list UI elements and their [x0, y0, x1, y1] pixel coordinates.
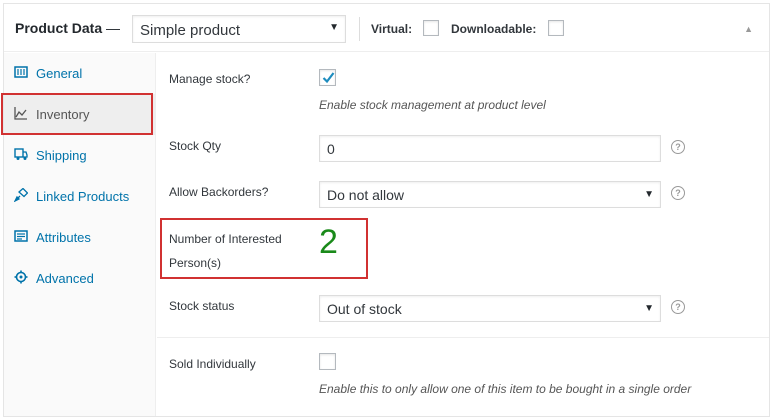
stock-status-row: Stock status Out of stock ▼ ? — [157, 294, 769, 328]
downloadable-checkbox[interactable] — [548, 20, 564, 36]
product-type-select[interactable]: Simple product ▼ — [132, 15, 346, 43]
backorders-value: Do not allow — [327, 187, 405, 203]
stock-status-select[interactable]: Out of stock ▼ — [319, 295, 661, 322]
header-divider — [359, 17, 360, 41]
stock-status-label: Stock status — [169, 299, 235, 313]
tab-general-label: General — [36, 66, 83, 81]
manage-stock-description: Enable stock management at product level — [319, 98, 546, 112]
collapse-toggle-icon[interactable]: ▲ — [744, 24, 753, 34]
panel-title: Product Data — — [15, 20, 120, 36]
attributes-icon — [14, 229, 28, 243]
backorders-row: Allow Backorders? Do not allow ▼ ? — [157, 180, 769, 214]
tab-linked-products-label: Linked Products — [36, 189, 130, 204]
tab-shipping-label: Shipping — [36, 148, 87, 163]
product-data-header: Product Data — Simple product ▼ Virtual:… — [4, 4, 769, 52]
chevron-down-icon: ▼ — [644, 189, 654, 200]
virtual-label: Virtual: — [371, 22, 413, 36]
stock-qty-row: Stock Qty 0 ? — [157, 134, 769, 168]
backorders-label: Allow Backorders? — [169, 185, 269, 199]
linked-products-icon — [13, 187, 29, 203]
sold-individually-row: Sold Individually Enable this to only al… — [157, 350, 769, 406]
panel-title-text: Product Data — [15, 20, 103, 36]
chevron-down-icon: ▼ — [644, 303, 654, 314]
tab-linked-products[interactable]: Linked Products — [4, 176, 155, 217]
stock-status-help-icon[interactable]: ? — [671, 300, 685, 314]
sold-individually-description: Enable this to only allow one of this it… — [319, 382, 692, 396]
stock-status-value: Out of stock — [327, 301, 402, 317]
stock-qty-input[interactable]: 0 — [319, 135, 661, 162]
downloadable-label: Downloadable: — [451, 22, 537, 36]
stock-qty-help-icon[interactable]: ? — [671, 140, 685, 154]
general-icon — [14, 65, 28, 79]
interested-persons-highlight — [160, 218, 368, 279]
product-data-panel: Product Data — Simple product ▼ Virtual:… — [1, 3, 770, 417]
stock-qty-value: 0 — [327, 141, 335, 157]
tab-advanced-label: Advanced — [36, 271, 94, 286]
manage-stock-label: Manage stock? — [169, 72, 251, 86]
backorders-select[interactable]: Do not allow ▼ — [319, 181, 661, 208]
inventory-tab-highlight — [1, 93, 153, 135]
shipping-icon — [14, 147, 28, 161]
sold-individually-checkbox[interactable] — [319, 353, 336, 370]
sold-individually-label: Sold Individually — [169, 357, 256, 371]
tab-attributes[interactable]: Attributes — [4, 217, 155, 258]
checkmark-icon — [322, 72, 335, 84]
section-divider — [157, 337, 769, 338]
virtual-checkbox[interactable] — [423, 20, 439, 36]
tab-advanced[interactable]: Advanced — [4, 258, 155, 299]
tab-shipping[interactable]: Shipping — [4, 135, 155, 176]
stock-qty-label: Stock Qty — [169, 139, 222, 153]
title-dash: — — [106, 20, 121, 36]
product-type-value: Simple product — [140, 22, 241, 39]
tab-general[interactable]: General — [4, 53, 155, 94]
backorders-help-icon[interactable]: ? — [671, 186, 685, 200]
chevron-down-icon: ▼ — [329, 22, 339, 33]
tab-attributes-label: Attributes — [36, 230, 91, 245]
manage-stock-row: Manage stock? Enable stock management at… — [157, 64, 769, 124]
advanced-icon — [14, 270, 28, 284]
manage-stock-checkbox[interactable] — [319, 69, 336, 86]
